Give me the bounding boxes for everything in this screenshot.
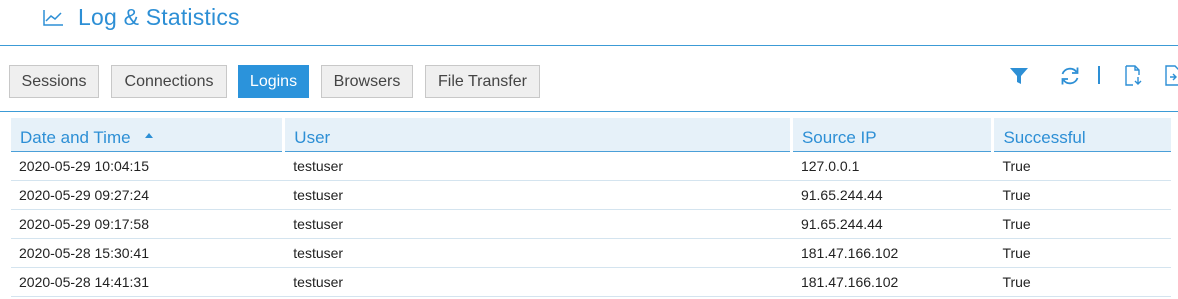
table-row[interactable]: 2020-05-29 09:17:58 testuser 91.65.244.4…: [11, 210, 1171, 239]
tab-logins[interactable]: Logins: [238, 65, 309, 98]
tab-connections[interactable]: Connections: [111, 65, 227, 98]
cell-date-time: 2020-05-29 09:27:24: [19, 187, 149, 203]
table-row[interactable]: 2020-05-28 15:30:41 testuser 181.47.166.…: [11, 239, 1171, 268]
toolbar-divider: [1098, 66, 1100, 84]
cell-user: testuser: [293, 245, 344, 261]
cell-source-ip: 127.0.0.1: [800, 158, 860, 174]
column-header-successful[interactable]: Successful: [994, 118, 1171, 152]
column-header-user[interactable]: User: [285, 118, 790, 152]
cell-source-ip: 181.47.166.102: [800, 274, 899, 290]
cell-user: testuser: [293, 158, 344, 174]
table-header: Date and Time User Source IP Successful: [11, 118, 1171, 152]
column-header-date-time[interactable]: Date and Time: [11, 118, 283, 152]
table-row[interactable]: 2020-05-29 10:04:15 testuser 127.0.0.1 T…: [11, 152, 1171, 181]
tab-sessions[interactable]: Sessions: [9, 65, 99, 98]
cell-source-ip: 91.65.244.44: [800, 187, 883, 203]
cell-successful: True: [1002, 245, 1031, 261]
cell-user: testuser: [293, 187, 344, 203]
sort-ascending-icon: [144, 133, 153, 139]
export-alt-icon[interactable]: [1163, 65, 1178, 87]
cell-successful: True: [1002, 158, 1031, 174]
export-icon[interactable]: [1123, 65, 1145, 87]
filter-icon[interactable]: [1008, 65, 1030, 87]
cell-date-time: 2020-05-29 10:04:15: [19, 158, 149, 174]
cell-user: testuser: [293, 274, 344, 290]
cell-successful: True: [1002, 274, 1031, 290]
tab-browsers[interactable]: Browsers: [321, 65, 413, 98]
table-row[interactable]: 2020-05-29 09:27:24 testuser 91.65.244.4…: [11, 181, 1171, 210]
cell-date-time: 2020-05-28 15:30:41: [19, 245, 149, 261]
table-row[interactable]: 2020-05-28 14:41:31 testuser 181.47.166.…: [11, 268, 1171, 297]
cell-source-ip: 181.47.166.102: [800, 245, 899, 261]
refresh-icon[interactable]: [1059, 65, 1081, 87]
logins-table: Date and Time User Source IP Successful …: [11, 118, 1171, 297]
toolbar: Sessions Connections Logins Browsers Fil…: [0, 46, 1178, 112]
cell-date-time: 2020-05-28 14:41:31: [19, 274, 149, 290]
cell-successful: True: [1002, 216, 1031, 232]
line-chart-icon: [43, 10, 63, 26]
cell-user: testuser: [293, 216, 344, 232]
cell-source-ip: 91.65.244.44: [800, 216, 883, 232]
page-header: Log & Statistics: [0, 0, 1178, 46]
column-header-source-ip[interactable]: Source IP: [792, 118, 992, 152]
cell-successful: True: [1002, 187, 1031, 203]
cell-date-time: 2020-05-29 09:17:58: [19, 216, 149, 232]
page-title: Log & Statistics: [78, 4, 240, 30]
tab-file-transfer[interactable]: File Transfer: [425, 65, 540, 98]
